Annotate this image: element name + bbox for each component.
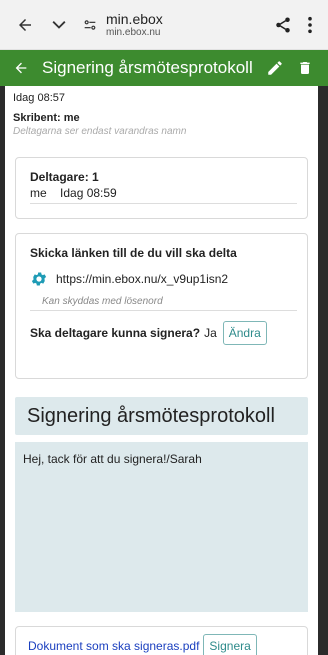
- page-title: Signering årsmötesprotokoll: [42, 58, 253, 77]
- participant-row: me Idag 08:59: [30, 186, 297, 204]
- sign-setting-row: Ska deltagare kunna signera? Ja Ändra: [30, 321, 297, 345]
- participants-title: Deltagare: 1: [30, 170, 99, 184]
- participants-card: Deltagare: 1 me Idag 08:59: [15, 157, 308, 219]
- back-arrow-icon: [15, 62, 27, 74]
- meta-section: Idag 08:57 Skribent: me Deltagarna ser e…: [9, 86, 314, 137]
- browser-toolbar: min.ebox min.ebox.nu: [0, 0, 328, 50]
- writer-label: Skribent:: [13, 112, 61, 124]
- writer-name: me: [63, 112, 80, 124]
- writer-line: Skribent: me: [13, 112, 310, 124]
- share-icon: [276, 17, 290, 32]
- browser-menu-button[interactable]: [300, 8, 320, 42]
- content-area: Idag 08:57 Skribent: me Deltagarna ser e…: [5, 86, 318, 655]
- sign-question: Ska deltagare kunna signera?: [30, 326, 201, 340]
- back-arrow-icon: [19, 18, 31, 31]
- delete-button[interactable]: [292, 55, 318, 81]
- header-back-button[interactable]: [8, 55, 34, 81]
- document-link[interactable]: Dokument som ska signeras.pdf: [28, 639, 199, 653]
- chevron-down-icon: [52, 20, 66, 29]
- content-frame: Idag 08:57 Skribent: me Deltagarna ser e…: [0, 86, 328, 655]
- share-link[interactable]: https://min.ebox.nu/x_v9up1isn2: [56, 272, 228, 286]
- url-bar[interactable]: min.ebox min.ebox.nu: [82, 11, 266, 39]
- password-field[interactable]: Kan skyddas med lösenord: [30, 296, 297, 311]
- edit-button[interactable]: [262, 55, 288, 81]
- sign-answer: Ja: [204, 326, 217, 340]
- browser-back-button[interactable]: [8, 8, 42, 42]
- share-card: Skicka länken till de du vill ska delta …: [15, 233, 308, 379]
- share-link-row[interactable]: https://min.ebox.nu/x_v9up1isn2: [30, 270, 297, 288]
- site-title: min.ebox: [106, 10, 163, 27]
- browser-expand-button[interactable]: [42, 8, 76, 42]
- gear-icon: [30, 270, 48, 288]
- sign-button[interactable]: Signera: [203, 634, 257, 655]
- more-vertical-icon: [308, 16, 312, 33]
- change-button[interactable]: Ändra: [222, 321, 267, 345]
- privacy-hint: Deltagarna ser endast varandras namn: [13, 126, 187, 137]
- participant-time: Idag 08:59: [60, 186, 117, 200]
- document-card: Dokument som ska signeras.pdf Signera: [15, 626, 308, 655]
- participant-name: me: [30, 186, 47, 200]
- document-message: Hej, tack för att du signera!/Sarah: [15, 442, 308, 612]
- created-time: Idag 08:57: [13, 92, 65, 104]
- share-button[interactable]: [266, 8, 300, 42]
- share-title: Skicka länken till de du vill ska delta: [30, 246, 237, 260]
- site-url: min.ebox.nu: [106, 26, 161, 38]
- site-settings-icon: [84, 19, 96, 30]
- document-title: Signering årsmötesprotokoll: [15, 397, 308, 435]
- pencil-icon: [268, 61, 282, 75]
- app-header: Signering årsmötesprotokoll: [0, 50, 328, 86]
- trash-icon: [300, 62, 310, 74]
